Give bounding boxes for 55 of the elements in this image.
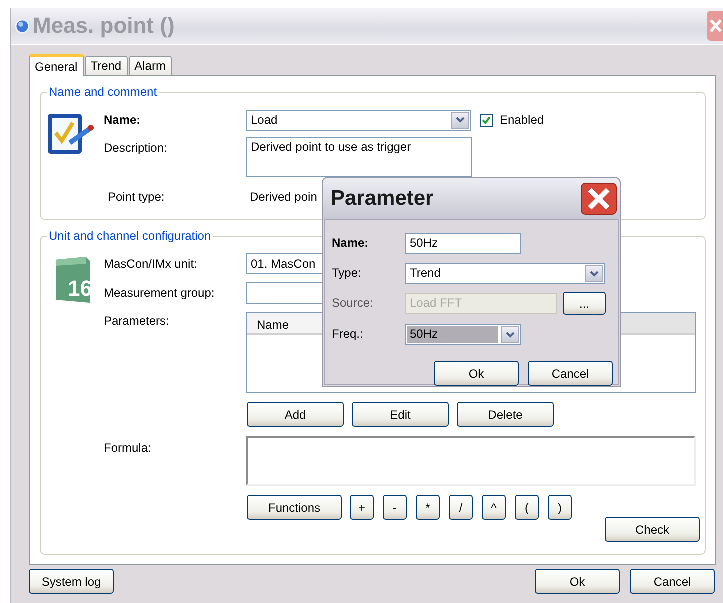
radio-icon	[15, 18, 30, 34]
tab[interactable]: Alarm	[128, 56, 172, 75]
operator-button[interactable]: +	[350, 495, 374, 520]
chevron-icon	[456, 117, 464, 124]
dropdown-button[interactable]	[501, 326, 519, 343]
action-button[interactable]: Edit	[352, 402, 449, 428]
action-button[interactable]: Add	[247, 402, 344, 428]
formula-field[interactable]	[246, 436, 696, 486]
dropdown-button[interactable]	[451, 112, 469, 129]
input-field[interactable]: 50Hz	[405, 233, 521, 254]
combo-box[interactable]: Trend	[405, 263, 605, 284]
name-combo[interactable]: Load	[246, 110, 471, 131]
footer-button[interactable]: Cancel	[630, 569, 715, 594]
combo-value: Trend	[410, 266, 441, 281]
close-button[interactable]	[581, 182, 617, 214]
chevron-icon	[590, 270, 598, 276]
operator-button[interactable]: ^	[482, 495, 506, 520]
field-label: Name:	[104, 113, 142, 128]
field-label: Name:	[332, 236, 370, 251]
operator-button[interactable]: (	[515, 495, 539, 520]
combo-value: 50Hz	[407, 326, 498, 343]
checkbox-label: Enabled	[500, 113, 544, 128]
dialog-button[interactable]: Cancel	[528, 361, 613, 386]
tab[interactable]: General	[29, 54, 84, 76]
operator-button[interactable]: /	[449, 495, 473, 520]
dialog-button[interactable]: Ok	[434, 361, 519, 386]
field-label: Parameters:	[104, 313, 170, 330]
operator-button[interactable]: *	[416, 495, 440, 520]
group-legend: Name and comment	[47, 85, 160, 100]
field-label: Type:	[332, 266, 362, 281]
group-legend: Unit and channel configuration	[47, 229, 214, 244]
footer-button[interactable]: Ok	[535, 569, 620, 594]
field-value: Derived poin	[250, 190, 318, 205]
action-button[interactable]: Delete	[457, 402, 554, 428]
dropdown-button[interactable]	[585, 265, 603, 282]
operator-button[interactable]: )	[548, 495, 572, 520]
field-label: MasCon/IMx unit:	[104, 256, 198, 272]
field-label: Freq.:	[332, 327, 364, 342]
description-field[interactable]: Derived point to use as trigger	[246, 137, 472, 178]
combo-value: Load	[251, 113, 278, 128]
check-button[interactable]: Check	[605, 517, 700, 542]
field-label: Point type:	[107, 190, 166, 205]
field-label: Source:	[332, 296, 374, 311]
system-log-button[interactable]: System log	[29, 569, 114, 594]
combo-box[interactable]: 50Hz	[405, 324, 521, 345]
field-label: Measurement group:	[104, 286, 216, 301]
operator-button[interactable]: -	[383, 495, 407, 520]
enabled-checkbox[interactable]	[480, 114, 493, 127]
chevron-icon	[506, 332, 514, 338]
functions-button[interactable]: Functions	[247, 495, 342, 520]
window-title: Meas. point ()	[33, 12, 175, 40]
field-label: Formula:	[104, 440, 152, 458]
dialog-title: Parameter	[331, 186, 434, 212]
field-label: Description:	[104, 140, 168, 158]
tab[interactable]: Trend	[84, 56, 128, 75]
